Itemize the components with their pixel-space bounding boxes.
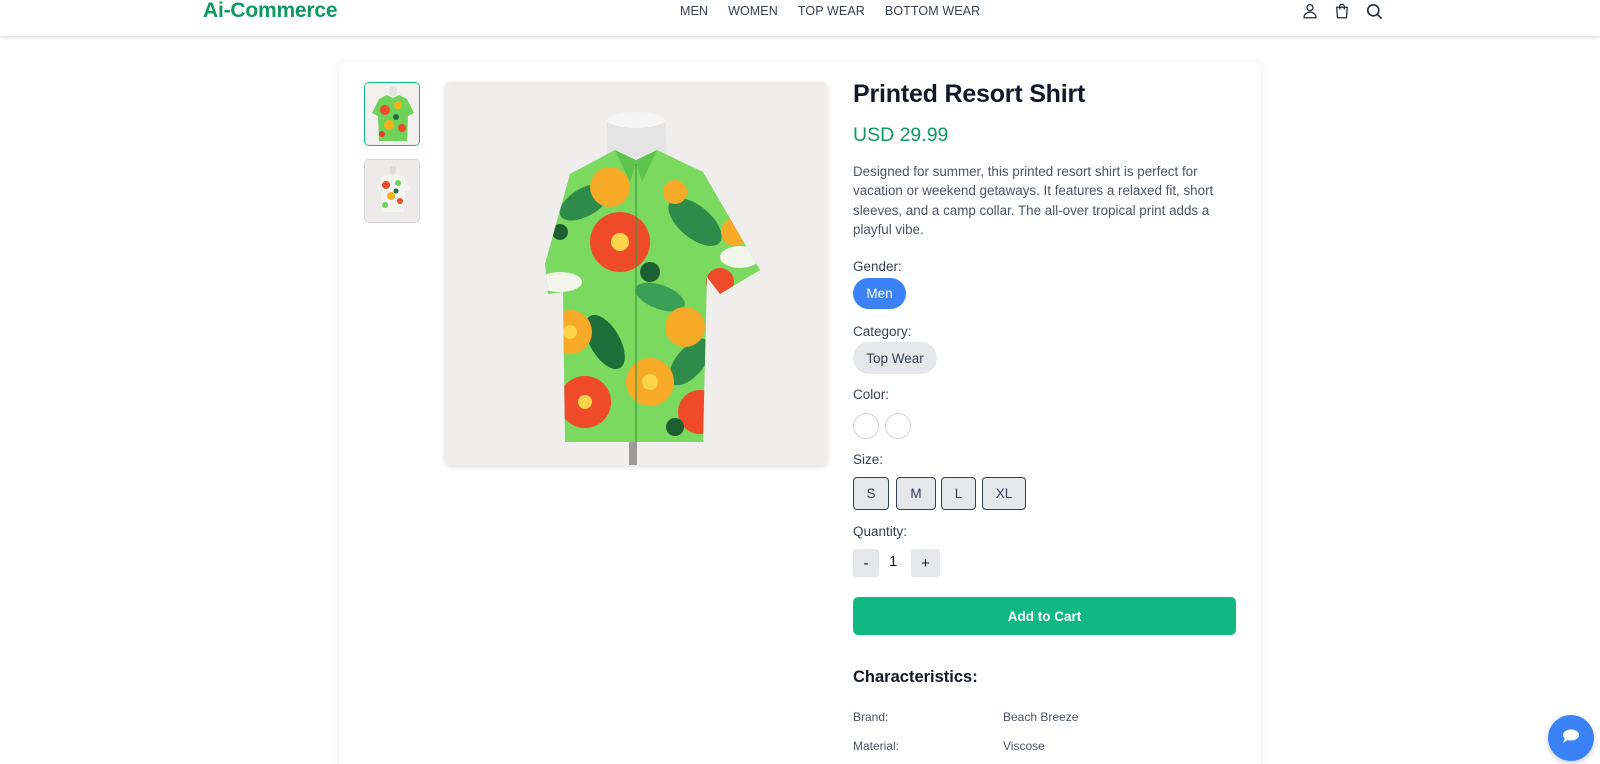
shopping-bag-icon[interactable]: [1332, 1, 1352, 21]
quantity-increase-button[interactable]: +: [911, 549, 940, 577]
characteristics-title: Characteristics:: [853, 668, 978, 686]
nav-link-women[interactable]: WOMEN: [728, 4, 778, 18]
size-option-xl[interactable]: XL: [982, 477, 1026, 510]
gender-option-men[interactable]: Men: [853, 278, 906, 309]
product-title: Printed Resort Shirt: [853, 80, 1086, 108]
product-price: USD 29.99: [853, 124, 949, 146]
product-thumbnail-2[interactable]: [364, 159, 420, 223]
brand-label: Brand:: [853, 710, 889, 724]
nav-link-men[interactable]: MEN: [680, 4, 708, 18]
nav-link-bottom-wear[interactable]: BOTTOM WEAR: [885, 4, 980, 18]
color-swatch-1[interactable]: [853, 413, 879, 439]
user-icon[interactable]: [1300, 1, 1320, 21]
size-label: Size:: [853, 452, 884, 467]
size-option-m[interactable]: M: [896, 477, 936, 510]
chat-bubble-icon: [1561, 728, 1581, 749]
header-icons: [1300, 1, 1384, 21]
add-to-cart-button[interactable]: Add to Cart: [853, 597, 1236, 635]
size-option-s[interactable]: S: [853, 477, 889, 510]
search-icon[interactable]: [1364, 1, 1384, 21]
main-nav: MEN WOMEN TOP WEAR BOTTOM WEAR: [680, 4, 1000, 18]
brand-value: Beach Breeze: [1003, 710, 1079, 724]
chat-widget-button[interactable]: [1548, 715, 1594, 761]
color-label: Color:: [853, 387, 890, 402]
product-thumbnail-1[interactable]: [364, 82, 420, 146]
gender-label: Gender:: [853, 259, 902, 274]
site-header: Ai-Commerce MEN WOMEN TOP WEAR BOTTOM WE…: [0, 0, 1600, 37]
quantity-decrease-button[interactable]: -: [853, 549, 879, 577]
quantity-label: Quantity:: [853, 524, 908, 539]
quantity-value: 1: [889, 553, 898, 570]
site-logo[interactable]: Ai-Commerce: [203, 0, 338, 23]
material-label: Material:: [853, 739, 900, 753]
product-main-image: [445, 82, 828, 465]
product-description: Designed for summer, this printed resort…: [853, 164, 1214, 238]
color-swatch-2[interactable]: [885, 413, 911, 439]
nav-link-top-wear[interactable]: TOP WEAR: [798, 4, 865, 18]
material-value: Viscose: [1003, 739, 1045, 753]
category-label: Category:: [853, 324, 912, 339]
category-option-top-wear[interactable]: Top Wear: [853, 342, 937, 374]
size-option-l[interactable]: L: [941, 477, 976, 510]
